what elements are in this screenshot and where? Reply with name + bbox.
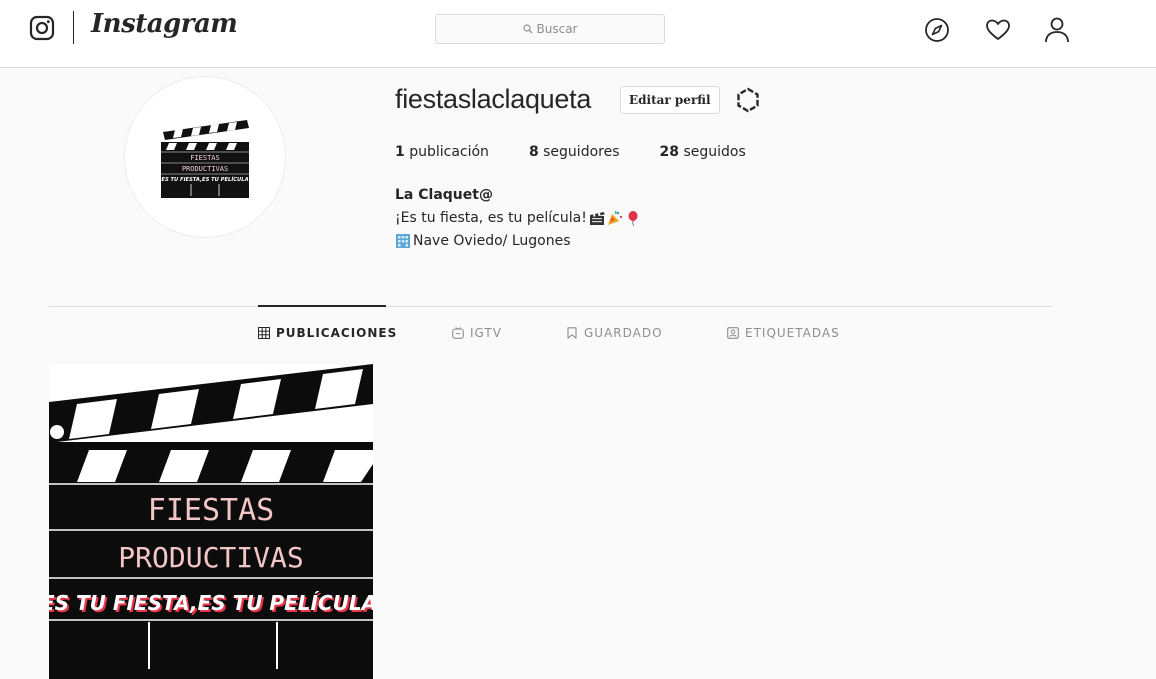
compass-icon: [925, 18, 949, 42]
tabs-divider: [49, 306, 1052, 307]
tab-igtv-label: IGTV: [470, 326, 502, 340]
post-thumbnail[interactable]: FIESTAS PRODUCTIVAS ES TU FIESTA,ES TU P…: [49, 364, 373, 679]
avatar-line2: PRODUCTIVAS: [182, 165, 228, 173]
post-clapperboard-image: FIESTAS PRODUCTIVAS ES TU FIESTA,ES TU P…: [49, 364, 373, 679]
tab-guardado-label: GUARDADO: [584, 326, 663, 340]
bookmark-icon: [567, 327, 577, 339]
balloon-icon: [628, 211, 638, 226]
post-line3: ES TU FIESTA,ES TU PELÍCULA: [49, 591, 373, 615]
profile-avatar[interactable]: FIESTAS PRODUCTIVAS ES TU FIESTA,ES TU P…: [124, 76, 286, 238]
explore-button[interactable]: [923, 16, 951, 44]
stat-followers-label: seguidores: [543, 144, 620, 160]
bio-line-1: ¡Es tu fiesta, es tu película!: [395, 210, 641, 226]
stat-posts[interactable]: 1 publicación: [395, 144, 489, 160]
bio-line-1-text: ¡Es tu fiesta, es tu película!: [395, 210, 587, 226]
tab-guardado[interactable]: GUARDADO: [566, 326, 663, 340]
stat-following-count: 28: [659, 144, 679, 160]
profile-full-name: La Claquet@: [395, 187, 493, 203]
tab-etiquetadas-label: ETIQUETADAS: [745, 326, 840, 340]
tab-etiquetadas[interactable]: ETIQUETADAS: [727, 326, 840, 340]
profile-stats: 1 publicación 8 seguidores 28 seguidos: [395, 144, 786, 160]
post-line1: FIESTAS: [148, 493, 274, 528]
stat-posts-count: 1: [395, 144, 405, 160]
top-navigation: Instagram Buscar: [0, 0, 1156, 68]
avatar-line3: ES TU FIESTA,ES TU PELÍCULA: [161, 176, 248, 183]
nav-divider: [73, 11, 74, 44]
search-icon: [522, 24, 532, 34]
instagram-wordmark[interactable]: Instagram: [91, 9, 238, 39]
activity-button[interactable]: [984, 16, 1012, 44]
tab-publicaciones-label: PUBLICACIONES: [276, 326, 398, 340]
building-icon: [396, 234, 410, 248]
settings-icon[interactable]: [734, 86, 762, 114]
profile-username: fiestaslaclaqueta: [395, 84, 592, 114]
stat-posts-label: publicación: [409, 144, 489, 160]
grid-icon: [258, 327, 270, 339]
avatar-clapperboard-image: FIESTAS PRODUCTIVAS ES TU FIESTA,ES TU P…: [161, 120, 249, 198]
edit-profile-button[interactable]: Editar perfil: [620, 86, 720, 114]
igtv-icon: [452, 327, 464, 339]
search-placeholder: Buscar: [536, 22, 578, 36]
bio-line-2-text: Nave Oviedo/ Lugones: [413, 233, 571, 249]
person-icon: [1045, 17, 1069, 43]
tab-publicaciones[interactable]: PUBLICACIONES: [258, 326, 397, 340]
instagram-glyph-icon[interactable]: [29, 15, 55, 41]
search-input[interactable]: Buscar: [435, 14, 665, 44]
tab-igtv[interactable]: IGTV: [452, 326, 502, 340]
stat-following[interactable]: 28 seguidos: [660, 144, 746, 160]
bio-line-2: Nave Oviedo/ Lugones: [395, 233, 571, 249]
avatar-line1: FIESTAS: [190, 154, 220, 162]
heart-icon: [986, 19, 1010, 40]
stat-followers-count: 8: [528, 144, 539, 160]
active-tab-indicator: [258, 305, 386, 307]
stat-followers[interactable]: 8 seguidores: [529, 144, 620, 160]
post-line2: PRODUCTIVAS: [118, 541, 303, 574]
tag-person-icon: [727, 327, 739, 339]
profile-button[interactable]: [1043, 16, 1071, 44]
party-popper-icon: [607, 211, 622, 225]
clapper-board-icon: [589, 212, 605, 225]
stat-following-label: seguidos: [683, 144, 746, 160]
